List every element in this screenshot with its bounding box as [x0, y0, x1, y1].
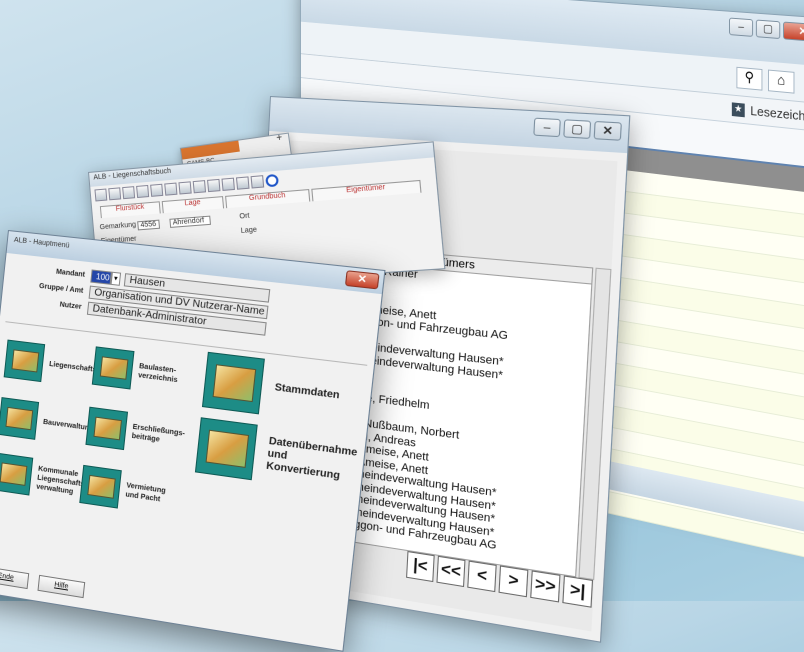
gemarkung-field[interactable]: 4556 [137, 220, 159, 231]
module-kommunale[interactable]: Kommunale Liegenschafts- verwaltung [0, 453, 89, 504]
lage-label: Lage [240, 226, 257, 234]
baulasten-icon [92, 346, 135, 389]
next-record-button[interactable]: > [498, 565, 528, 597]
footer-buttons: Ende Hilfe [0, 566, 85, 598]
list-window-controls: – ▢ ✕ [533, 118, 622, 141]
search-icon[interactable]: ⚲ [736, 67, 762, 91]
main-title: ALB - Hauptmenü [14, 237, 70, 250]
bookmark-star-icon: ★ [732, 102, 745, 117]
house-icon [0, 453, 33, 496]
open-icon[interactable] [108, 187, 121, 200]
module-label: Vermietung und Pacht [125, 481, 166, 505]
prev-page-button[interactable]: << [436, 556, 465, 587]
module-bauverwaltung[interactable]: Bauverwaltung [0, 397, 95, 448]
module-vermietung[interactable]: Vermietung und Pacht [79, 465, 167, 515]
ort-label: Ort [239, 213, 250, 221]
print-icon[interactable] [136, 185, 149, 198]
home-icon[interactable]: ⌂ [768, 70, 794, 94]
ende-button[interactable]: Ende [0, 566, 29, 589]
stammdaten-icon [202, 352, 265, 415]
module-label: Datenübernahme und Konvertierung [265, 436, 357, 485]
mini-tab[interactable] [181, 141, 240, 160]
maximize-icon[interactable]: ▢ [563, 119, 591, 139]
first-record-button[interactable]: |< [406, 551, 435, 582]
copy-icon[interactable] [150, 184, 163, 197]
last-record-button[interactable]: >| [562, 575, 593, 607]
find-next-icon[interactable] [236, 176, 250, 189]
tab-flurstueck[interactable]: Flurstück [100, 201, 161, 218]
refresh-icon[interactable] [265, 174, 279, 187]
tab-lage[interactable]: Lage [162, 196, 224, 213]
liegenschaftsbuch-icon [4, 340, 46, 383]
minimize-icon[interactable]: – [533, 118, 561, 138]
vermietung-icon [79, 465, 122, 509]
list-icon[interactable] [193, 180, 206, 193]
module-label: Baulasten- verzeichnis [138, 362, 179, 385]
map-icon[interactable] [207, 179, 220, 192]
bauverwaltung-icon [0, 397, 39, 440]
maximize-icon[interactable]: ▢ [756, 20, 780, 40]
calculator-icon [85, 407, 128, 450]
main-menu-window: ALB - Hauptmenü ✕ Mandant 100 ▼ Hausen G… [0, 230, 386, 652]
chevron-down-icon[interactable]: ▼ [111, 271, 122, 285]
ort-field[interactable]: Ahrendorf [169, 216, 211, 228]
save-icon[interactable] [122, 186, 135, 199]
mandant-number[interactable]: 100 [90, 269, 112, 284]
module-stammdaten[interactable]: Stammdaten [202, 352, 343, 425]
close-icon[interactable]: ✕ [783, 22, 804, 43]
minimize-icon[interactable]: – [729, 18, 753, 37]
desktop: – ▢ ✕ ⚲ ⌂ ★ Lesezeichen entümer be, Rain… [0, 0, 804, 601]
find-icon[interactable] [221, 178, 235, 191]
tab-grundbuch[interactable]: Grundbuch [225, 189, 310, 208]
next-page-button[interactable]: >> [530, 570, 560, 602]
prev-record-button[interactable]: < [467, 561, 496, 593]
paste-icon[interactable] [164, 183, 177, 196]
browser-window-controls: – ▢ ✕ [729, 18, 804, 43]
new-icon[interactable] [94, 189, 107, 202]
module-label: Erschließungs- beiträge [131, 423, 185, 448]
bookmarks-label: Lesezeichen [750, 103, 804, 125]
new-tab-icon[interactable]: + [276, 132, 289, 145]
module-erschliessung[interactable]: Erschließungs- beiträge [85, 407, 186, 459]
gemarkung-label: Gemarkung [99, 221, 136, 231]
cd-icon [195, 417, 258, 480]
help-icon[interactable] [251, 175, 265, 188]
bookmarks-button[interactable]: ★ Lesezeichen [732, 101, 804, 125]
module-label: Stammdaten [274, 382, 340, 403]
close-icon[interactable]: ✕ [345, 270, 380, 289]
close-icon[interactable]: ✕ [594, 121, 622, 141]
module-datenuebernahme[interactable]: Datenübernahme und Konvertierung [195, 417, 359, 494]
filter-icon[interactable] [178, 181, 191, 194]
hilfe-button[interactable]: Hilfe [37, 575, 85, 598]
nutzer-label: Nutzer [9, 295, 88, 311]
